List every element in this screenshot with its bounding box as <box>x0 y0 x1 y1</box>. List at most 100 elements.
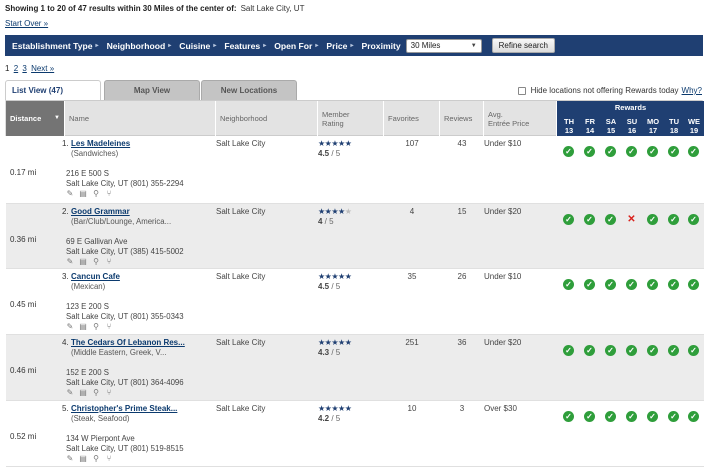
day-abbr: WE <box>687 117 701 126</box>
address-line: Salt Lake City, UT (385) 415-5002 <box>66 247 184 256</box>
menu-icon[interactable]: ▤ <box>79 389 87 397</box>
neighborhood-value: Salt Lake City <box>216 272 266 281</box>
filter-cuisine[interactable]: Cuisine ▸ <box>179 41 216 51</box>
edit-icon[interactable]: ✎ <box>66 389 74 397</box>
day-header: FR 14 <box>580 117 600 135</box>
restaurant-name-link[interactable]: Cancun Cafe <box>71 272 120 281</box>
edit-icon[interactable]: ✎ <box>66 258 74 266</box>
map-pin-icon[interactable]: ⚲ <box>92 455 100 463</box>
day-num: 18 <box>669 126 679 135</box>
utensils-icon[interactable]: ⑂ <box>105 455 113 463</box>
reward-check-icon: ✓ <box>584 214 595 225</box>
restaurant-category: (Sandwiches) <box>71 149 119 158</box>
filter-open-for[interactable]: Open For ▸ <box>274 41 318 51</box>
filter-label: Cuisine <box>179 40 211 51</box>
tab-list-view[interactable]: List View (47) <box>5 80 101 100</box>
filter-establishment-type[interactable]: Establishment Type ▸ <box>12 41 99 51</box>
restaurant-name-link[interactable]: Christopher's Prime Steak... <box>71 404 177 413</box>
map-pin-icon[interactable]: ⚲ <box>92 389 100 397</box>
star-half-icon: ★ <box>344 338 352 347</box>
menu-icon[interactable]: ▤ <box>79 258 87 266</box>
distance-value: 0.45 mi <box>10 300 37 309</box>
star-full-icon: ★ <box>318 404 325 413</box>
row-number: 4. <box>62 338 69 347</box>
menu-icon[interactable]: ▤ <box>79 455 87 463</box>
restaurant-name-link[interactable]: Les Madeleines <box>71 139 130 148</box>
restaurant-address: 123 E 200 S Salt Lake City, UT (801) 355-… <box>66 302 184 322</box>
edit-icon[interactable]: ✎ <box>66 455 74 463</box>
proximity-select[interactable]: 30 Miles ▼ <box>405 38 482 53</box>
rating-score: 4.5 / 5 <box>318 149 340 158</box>
header-neighborhood[interactable]: Neighborhood <box>216 101 318 136</box>
hide-no-rewards-label: Hide locations not offering Rewards toda… <box>530 86 679 95</box>
star-half-icon: ★ <box>344 404 352 413</box>
restaurant-name-link[interactable]: The Cedars Of Lebanon Res... <box>71 338 185 347</box>
restaurant-category: (Middle Eastern, Greek, V... <box>71 348 167 357</box>
row-number: 1. <box>62 139 69 148</box>
sort-distance-header[interactable]: Distance ▼ <box>6 101 65 136</box>
header-favorites[interactable]: Favorites <box>384 101 440 136</box>
filter-price[interactable]: Price ▸ <box>326 41 353 51</box>
header-label: Avg. <box>488 109 503 119</box>
reward-check-icon: ✓ <box>584 279 595 290</box>
page-link-2[interactable]: 2 <box>14 64 18 73</box>
day-abbr: MO <box>646 117 660 126</box>
utensils-icon[interactable]: ⑂ <box>105 190 113 198</box>
row-actions: ✎ ▤ ⚲ ⑂ <box>66 190 118 198</box>
edit-icon[interactable]: ✎ <box>66 323 74 331</box>
reward-check-icon: ✓ <box>647 411 658 422</box>
tab-map-view[interactable]: Map View <box>104 80 200 100</box>
filter-neighborhood[interactable]: Neighborhood ▸ <box>107 41 172 51</box>
restaurant-name-link[interactable]: Good Grammar <box>71 207 130 216</box>
map-pin-icon[interactable]: ⚲ <box>92 190 100 198</box>
why-link[interactable]: Why? <box>682 86 702 95</box>
neighborhood-value: Salt Lake City <box>216 404 266 413</box>
menu-icon[interactable]: ▤ <box>79 190 87 198</box>
page-link-3[interactable]: 3 <box>22 64 26 73</box>
start-over-link[interactable]: Start Over » <box>5 19 48 28</box>
day-abbr: TU <box>669 117 679 126</box>
rating-score: 4.3 / 5 <box>318 348 340 357</box>
day-header: SU 16 <box>622 117 642 135</box>
results-table: Distance ▼ Name Neighborhood Member Rating… <box>5 100 704 467</box>
price-range: Over $30 <box>484 404 517 413</box>
star-full-icon: ★ <box>338 338 345 347</box>
reviews-count: 36 <box>457 338 467 347</box>
favorites-count: 10 <box>407 404 417 413</box>
utensils-icon[interactable]: ⑂ <box>105 389 113 397</box>
menu-icon[interactable]: ▤ <box>79 323 87 331</box>
next-page-link[interactable]: Next » <box>31 64 54 73</box>
filter-features[interactable]: Features ▸ <box>224 41 266 51</box>
header-name[interactable]: Name <box>65 101 216 136</box>
rating-score: 4.5 / 5 <box>318 282 340 291</box>
hide-no-rewards-checkbox[interactable] <box>517 86 526 95</box>
rating-stars: ★★★★★ <box>318 207 352 216</box>
header-price[interactable]: Avg. Entrée Price <box>484 101 557 136</box>
table-row: 0.46 mi 4. The Cedars Of Lebanon Res... (Mi… <box>6 335 704 401</box>
utensils-icon[interactable]: ⑂ <box>105 323 113 331</box>
map-pin-icon[interactable]: ⚲ <box>92 258 100 266</box>
day-num: 15 <box>606 126 616 135</box>
edit-icon[interactable]: ✎ <box>66 190 74 198</box>
reward-check-icon: ✓ <box>626 279 637 290</box>
chevron-down-icon: ▼ <box>470 42 477 49</box>
hide-no-rewards-option: Hide locations not offering Rewards toda… <box>517 86 702 95</box>
refine-search-button[interactable]: Refine search <box>491 38 555 53</box>
day-num: 17 <box>648 126 658 135</box>
neighborhood-value: Salt Lake City <box>216 338 266 347</box>
map-pin-icon[interactable]: ⚲ <box>92 323 100 331</box>
pagination: 1 2 3 Next » <box>5 64 54 73</box>
day-abbr: SU <box>626 117 638 126</box>
header-reviews[interactable]: Reviews <box>440 101 484 136</box>
row-number: 5. <box>62 404 69 413</box>
rating-value: 4.5 <box>318 282 330 291</box>
page-current: 1 <box>5 64 10 73</box>
table-row: 0.52 mi 5. Christopher's Prime Steak... (St… <box>6 401 704 467</box>
utensils-icon[interactable]: ⑂ <box>105 258 113 266</box>
filter-label: Price <box>326 40 348 51</box>
reward-check-icon: ✓ <box>626 411 637 422</box>
header-rating[interactable]: Member Rating <box>318 101 384 136</box>
reviews-count: 43 <box>457 139 467 148</box>
reward-check-icon: ✓ <box>605 279 616 290</box>
tab-new-locations[interactable]: New Locations <box>201 80 297 100</box>
